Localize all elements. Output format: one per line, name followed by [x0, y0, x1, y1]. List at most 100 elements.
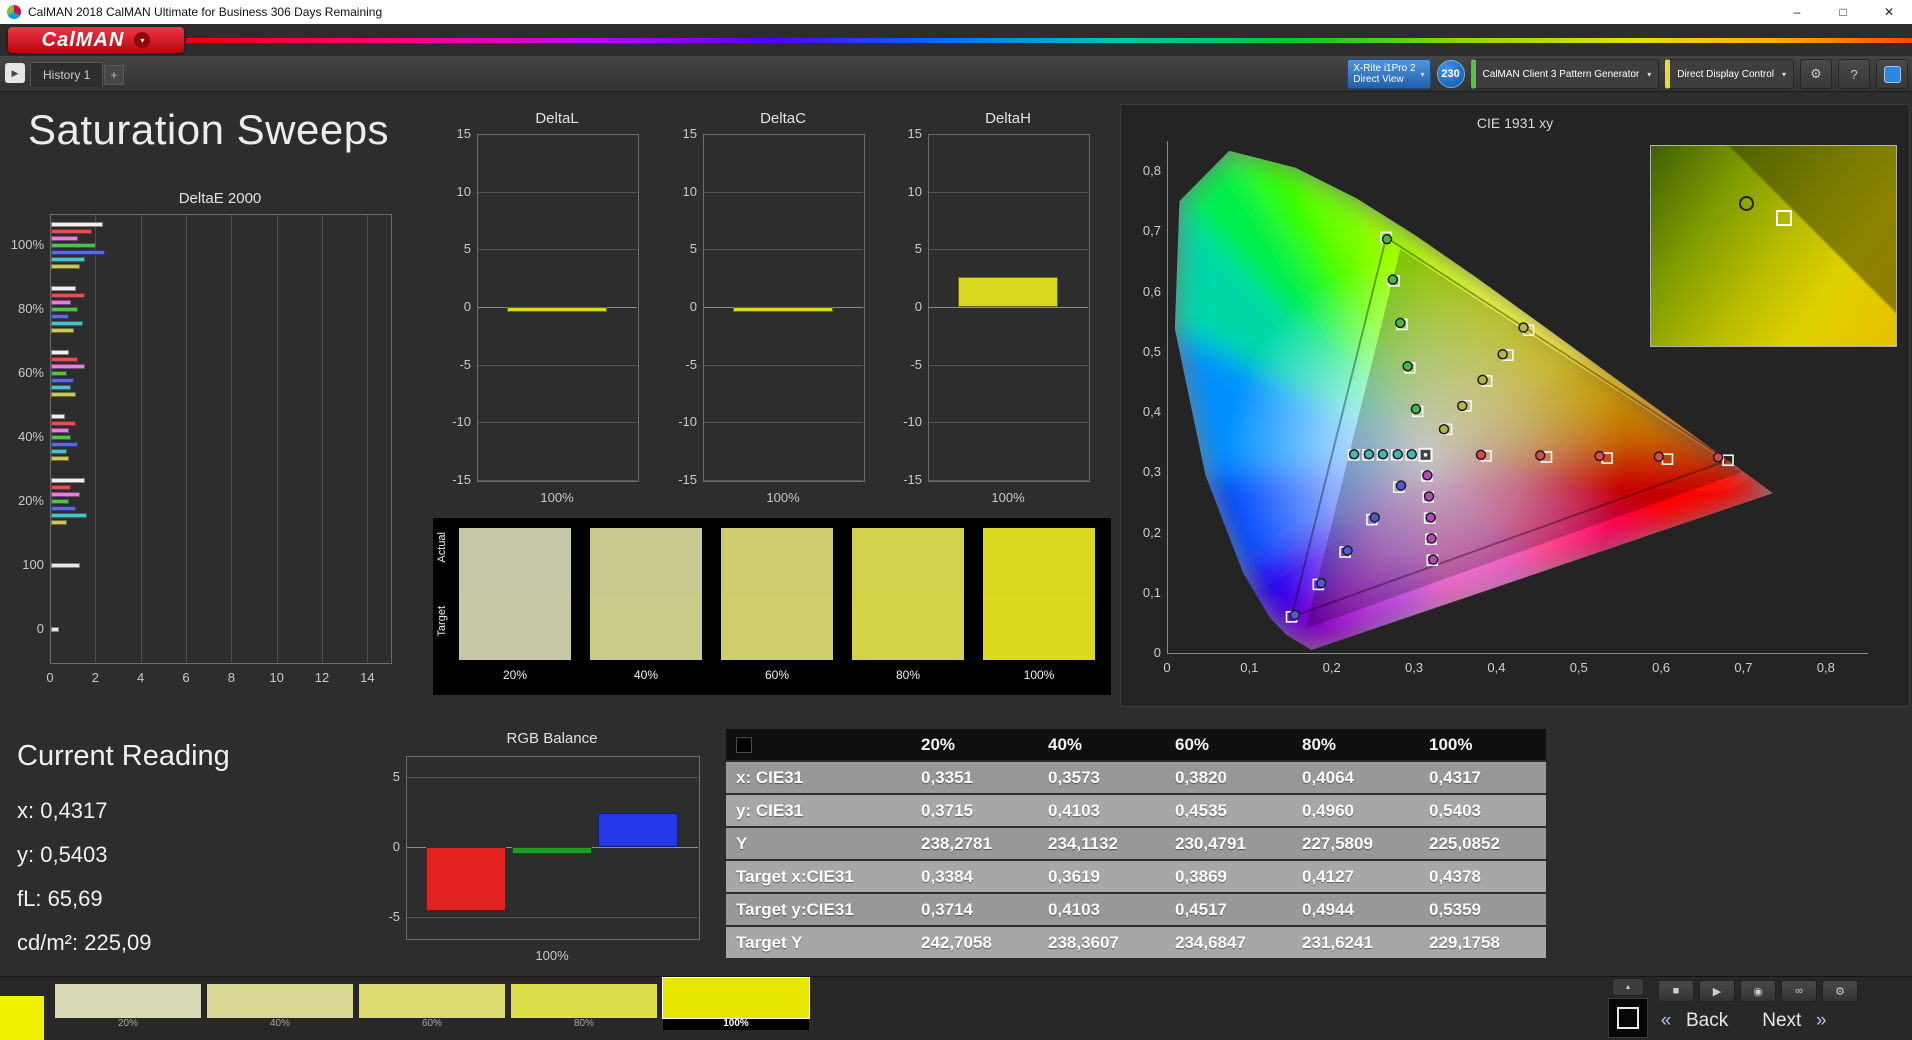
add-tab-button[interactable]: +	[104, 65, 124, 85]
cie-x-tick: 0,3	[1396, 660, 1432, 675]
loop-icon[interactable]: ∞	[1781, 980, 1817, 1002]
x-tick-label: 0	[38, 670, 62, 685]
gridline	[477, 480, 637, 481]
gridline	[928, 249, 1088, 250]
forward-icon[interactable]: »	[1807, 1010, 1835, 1032]
window-controls: – □ ✕	[1774, 0, 1912, 24]
luminance-badge[interactable]: 230	[1437, 60, 1465, 88]
logo-dropdown-icon[interactable]: ▾	[134, 32, 150, 48]
chart-title: DeltaE 2000	[50, 190, 390, 207]
pattern-button-20%[interactable]: 20%	[55, 984, 201, 1030]
current-pattern-color	[0, 996, 44, 1040]
x-tick-label: 8	[219, 670, 243, 685]
meter-device-button[interactable]: X-Rite i1Pro 2 Direct View ▾	[1347, 59, 1430, 89]
pattern-button-40%[interactable]: 40%	[207, 984, 353, 1030]
workspace-button[interactable]	[1876, 59, 1908, 89]
gridline	[928, 307, 1088, 308]
swatch-label: 80%	[852, 668, 964, 682]
measured-point	[1378, 450, 1387, 459]
cie-x-tick: 0	[1149, 660, 1185, 675]
pattern-button-100%[interactable]: 100%	[663, 978, 809, 1024]
target-swatch	[590, 594, 702, 660]
target-swatch	[852, 594, 964, 660]
maximize-button[interactable]: □	[1820, 0, 1866, 24]
y-tick-label: 0	[433, 299, 471, 314]
tab-history-1[interactable]: History 1	[30, 62, 103, 87]
stop-icon[interactable]: ■	[1658, 980, 1694, 1002]
minimize-button[interactable]: –	[1774, 0, 1820, 24]
measured-point	[1396, 318, 1405, 327]
help-button[interactable]: ?	[1838, 59, 1870, 89]
table-cell: 0,4378	[1419, 861, 1546, 892]
display-control-button[interactable]: Direct Display Control ▾	[1665, 59, 1794, 89]
measured-point	[1427, 534, 1436, 543]
gridline	[406, 777, 698, 778]
cie-y-tick: 0,8	[1123, 163, 1161, 178]
gridline	[477, 249, 637, 250]
pattern-button-60%[interactable]: 60%	[359, 984, 505, 1030]
cie-x-tick: 0,6	[1643, 660, 1679, 675]
gridline	[231, 214, 232, 662]
table-cell: 0,4535	[1165, 795, 1292, 826]
measured-point	[1423, 471, 1432, 480]
gridline	[406, 917, 698, 918]
swatch-label: 60%	[721, 668, 833, 682]
table-cell: 0,3714	[911, 894, 1038, 925]
gridline	[928, 422, 1088, 423]
table-cell: 0,4103	[1038, 894, 1165, 925]
y-tick-label: -10	[884, 414, 922, 429]
plot-frame	[50, 214, 392, 664]
actual-swatch	[590, 528, 702, 594]
rgb-bar-green	[512, 847, 592, 854]
settings-button[interactable]: ⚙	[1800, 59, 1832, 89]
measured-point	[1383, 235, 1392, 244]
close-button[interactable]: ✕	[1866, 0, 1912, 24]
deltae-bar	[51, 229, 92, 234]
gridline	[928, 365, 1088, 366]
meter-name: X-Rite i1Pro 2	[1353, 63, 1415, 74]
play-icon[interactable]: ▶	[1699, 980, 1735, 1002]
next-button[interactable]: Next	[1762, 1010, 1801, 1032]
gridline	[703, 480, 863, 481]
back-button[interactable]: Back	[1686, 1010, 1728, 1032]
history-expand-icon[interactable]: ▶	[5, 63, 25, 83]
pattern-label: 20%	[55, 1018, 201, 1030]
rewind-icon[interactable]: «	[1652, 1010, 1680, 1032]
rainbow-divider	[186, 38, 1912, 43]
x-tick-label: 14	[355, 670, 379, 685]
cie-y-tick: 0,7	[1123, 223, 1161, 238]
current-reading: Current Reading x: 0,4317 y: 0,5403 fL: …	[17, 740, 230, 965]
cie-x-tick: 0,5	[1561, 660, 1597, 675]
y-tick-label: -5	[433, 357, 471, 372]
pattern-label: 80%	[511, 1018, 657, 1030]
pattern-swatch	[207, 984, 353, 1018]
measured-point	[1426, 513, 1435, 522]
camera-icon[interactable]: ◉	[1740, 980, 1776, 1002]
expand-up-icon[interactable]: ▲	[1612, 978, 1644, 996]
table-header-cell: 80%	[1292, 729, 1419, 760]
pattern-button-80%[interactable]: 80%	[511, 984, 657, 1030]
deltae-bar	[51, 250, 105, 255]
deltae-bar	[51, 392, 76, 397]
page-title: Saturation Sweeps	[28, 106, 389, 154]
x-tick-label: 2	[83, 670, 107, 685]
pattern-window-button[interactable]	[1608, 998, 1648, 1038]
table-cell: 234,6847	[1165, 927, 1292, 958]
table-cell: 0,3351	[911, 762, 1038, 793]
table-cell: 0,5359	[1419, 894, 1546, 925]
deltae-bar	[51, 364, 85, 369]
deltae-bar	[51, 257, 85, 262]
cie-x-tick: 0,1	[1231, 660, 1267, 675]
reading-y: y: 0,5403	[17, 833, 230, 877]
calman-logo[interactable]: CalMAN ▾	[8, 27, 184, 53]
pattern-source-button[interactable]: CalMAN Client 3 Pattern Generator ▾	[1471, 59, 1660, 89]
table-cell: 0,5403	[1419, 795, 1546, 826]
deltae-bar	[51, 478, 85, 483]
y-tick-label: 15	[433, 126, 471, 141]
chart-title: DeltaH	[928, 110, 1088, 127]
table-cell: 0,4944	[1292, 894, 1419, 925]
deltae-bar	[51, 350, 69, 355]
deltac-chart: DeltaC 151050-5-10-15100%	[659, 108, 883, 512]
measured-point	[1411, 405, 1420, 414]
settings-icon[interactable]: ⚙	[1822, 980, 1858, 1002]
